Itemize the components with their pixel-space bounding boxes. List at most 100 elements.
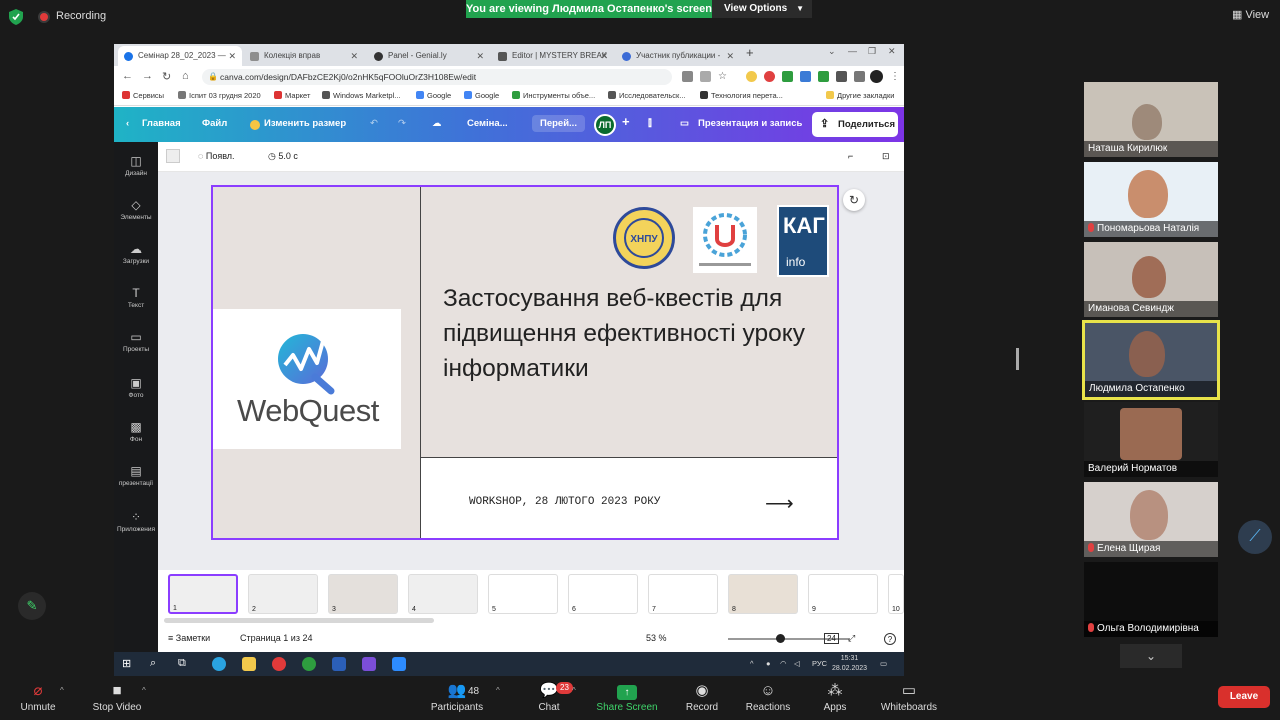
participants-button[interactable]: 👥 48 Participants: [428, 680, 486, 713]
participant-tile[interactable]: Валерий Норматов: [1084, 402, 1218, 477]
restore-icon[interactable]: ❐: [868, 46, 876, 57]
tray-chevron-icon[interactable]: ^: [750, 659, 754, 668]
puzzle-icon[interactable]: [836, 71, 847, 82]
duration-button[interactable]: ◷ 5.0 с: [268, 151, 298, 162]
close-icon[interactable]: ✕: [726, 46, 734, 66]
help-icon[interactable]: ?: [884, 633, 896, 645]
bookmark-item[interactable]: Технология перета...: [700, 91, 783, 100]
reload-icon[interactable]: ↻: [162, 70, 171, 83]
page-thumbnail[interactable]: 6: [568, 574, 638, 614]
browser-tab[interactable]: Семінар 28_02_2023 — ✕: [118, 46, 242, 66]
chevron-down-icon[interactable]: ⌄: [1120, 644, 1182, 668]
participant-tile[interactable]: Ольга Володимирівна: [1084, 562, 1218, 637]
minimize-icon[interactable]: —: [848, 46, 857, 56]
close-icon[interactable]: ✕: [476, 46, 484, 66]
grid-view-button[interactable]: 24: [824, 633, 839, 644]
page-thumbnail[interactable]: 4: [408, 574, 478, 614]
bookmark-item[interactable]: Другие закладки: [826, 91, 894, 100]
bookmark-item[interactable]: Google: [416, 91, 451, 100]
url-input[interactable]: 🔒 canva.com/design/DAFbzCE2Kj0/o2nHK5qFOO…: [202, 69, 672, 85]
browser-tab[interactable]: Panel - Genial.ly ✕: [368, 46, 490, 66]
home-button[interactable]: Главная: [142, 118, 181, 129]
chevron-up-icon[interactable]: ^: [60, 686, 64, 695]
recording-icon[interactable]: [38, 11, 50, 23]
lock-icon[interactable]: ⊡: [882, 151, 890, 162]
chevron-down-icon[interactable]: ⌄: [828, 46, 836, 57]
forward-icon[interactable]: →: [142, 70, 153, 82]
rail-item-photos[interactable]: ▣ Фото: [114, 376, 158, 399]
view-options-button[interactable]: View Options ▼: [712, 0, 812, 18]
share-icon[interactable]: [700, 71, 711, 82]
extension-icon[interactable]: [800, 71, 811, 82]
rail-item-text[interactable]: T Текст: [114, 286, 158, 309]
resize-button[interactable]: Изменить размер: [264, 118, 346, 129]
animate-button[interactable]: ◌ Появл.: [198, 151, 235, 161]
windows-start-icon[interactable]: ⊞: [122, 657, 136, 671]
bookmark-item[interactable]: Исследовательск...: [608, 91, 686, 100]
chevron-up-icon[interactable]: ^: [142, 686, 146, 695]
undo-icon[interactable]: ↶: [370, 118, 378, 129]
microphone-icon[interactable]: ●: [766, 659, 771, 668]
refresh-icon[interactable]: ↻: [843, 189, 865, 211]
bookmark-item[interactable]: Google: [464, 91, 499, 100]
slide-canvas[interactable]: WebQuest ХНПУ КАГ info Застосування веб-к…: [211, 185, 839, 540]
close-icon[interactable]: ✕: [600, 46, 608, 66]
paint-roller-icon[interactable]: ⌐: [848, 151, 853, 161]
browser-tab[interactable]: Участник публикации - ✕: [616, 46, 740, 66]
notifications-icon[interactable]: ▭: [880, 659, 887, 668]
fullscreen-icon[interactable]: ⤢: [848, 633, 855, 644]
app-float-icon[interactable]: ⟋: [1238, 520, 1272, 554]
rail-item-apps[interactable]: ⁘ Приложения: [114, 510, 158, 533]
page-thumbnail[interactable]: 3: [328, 574, 398, 614]
wifi-icon[interactable]: ◠: [780, 659, 787, 668]
split-handle[interactable]: [1016, 348, 1019, 370]
star-icon[interactable]: ☆: [718, 71, 729, 82]
page-thumbnail[interactable]: 2: [248, 574, 318, 614]
bookmark-item[interactable]: Сервисы: [122, 91, 164, 100]
page-thumbnail[interactable]: 9: [808, 574, 878, 614]
rail-item-design[interactable]: ◫ Дизайн: [114, 154, 158, 177]
close-icon[interactable]: ✕: [350, 46, 358, 66]
rail-item-elements[interactable]: ◇ Элементы: [114, 198, 158, 221]
word-icon[interactable]: [332, 657, 346, 671]
system-clock[interactable]: 15:31 28.02.2023: [832, 654, 867, 674]
keyboard-language[interactable]: РУС: [812, 659, 827, 668]
edge-icon[interactable]: [212, 657, 226, 671]
whiteboards-button[interactable]: ▭ Whiteboards: [878, 680, 940, 713]
bookmark-item[interactable]: Маркет: [274, 91, 310, 100]
teams-icon[interactable]: [362, 657, 376, 671]
share-button[interactable]: ⇪ Поделиться: [812, 112, 898, 137]
home-icon[interactable]: ⌂: [182, 70, 189, 82]
zoom-app-icon[interactable]: [392, 657, 406, 671]
page-thumbnail[interactable]: 5: [488, 574, 558, 614]
file-menu-button[interactable]: Файл: [202, 118, 227, 129]
document-title[interactable]: Семіна...: [467, 118, 508, 129]
reactions-button[interactable]: ☺ Reactions: [744, 680, 792, 713]
rail-item-uploads[interactable]: ☁ Загрузки: [114, 242, 158, 265]
close-icon[interactable]: ✕: [228, 46, 236, 66]
apps-button[interactable]: ⁂ Apps: [820, 680, 850, 713]
redo-icon[interactable]: ↷: [398, 118, 406, 129]
participant-tile[interactable]: Наташа Кирилюк: [1084, 82, 1218, 157]
task-view-icon[interactable]: ⧉: [178, 657, 192, 671]
extension-icon[interactable]: [746, 71, 757, 82]
menu-icon[interactable]: ⋮: [890, 71, 901, 82]
unmute-button[interactable]: ⌀ Unmute: [18, 680, 58, 713]
record-button[interactable]: ◉ Record: [684, 680, 720, 713]
new-tab-icon[interactable]: +: [746, 45, 754, 60]
collaborator-avatar[interactable]: ЛП: [594, 114, 616, 136]
leave-button[interactable]: Leave: [1218, 686, 1270, 708]
add-collaborator-icon[interactable]: +: [622, 114, 630, 129]
rail-item-presentations[interactable]: ▤ презентації: [114, 464, 158, 487]
rail-item-projects[interactable]: ▭ Проекты: [114, 330, 158, 353]
bookmark-item[interactable]: Іспит 03 грудня 2020: [178, 91, 261, 100]
participant-tile[interactable]: Елена Щирая: [1084, 482, 1218, 557]
page-thumbnail[interactable]: 8: [728, 574, 798, 614]
close-window-icon[interactable]: ✕: [888, 46, 896, 57]
opera-icon[interactable]: [272, 657, 286, 671]
browser-tab[interactable]: Editor | MYSTERY BREAK ✕: [492, 46, 614, 66]
download-icon[interactable]: [854, 71, 865, 82]
go-button[interactable]: Перей...: [532, 115, 585, 132]
file-explorer-icon[interactable]: [242, 657, 256, 671]
participant-tile[interactable]: Пономарьова Наталія: [1084, 162, 1218, 237]
